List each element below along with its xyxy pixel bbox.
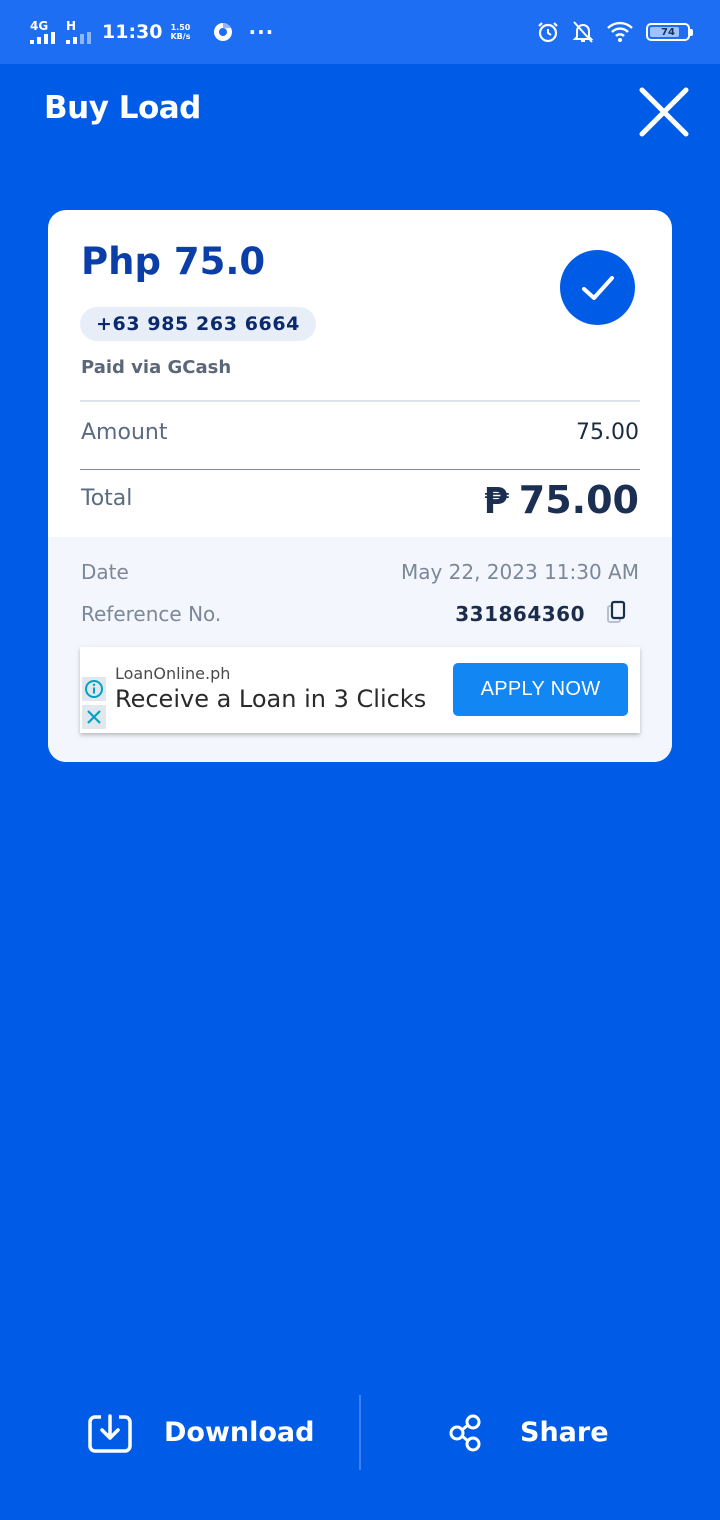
network-speed: 1.50 KB/s [170, 23, 190, 41]
currency-symbol: ₱ [483, 481, 509, 522]
clock: 11:30 [102, 21, 163, 43]
total-amount: ₱ 75.00 [484, 478, 639, 522]
total-label: Total [81, 486, 133, 511]
reference-number: 331864360 [455, 602, 585, 626]
share-button[interactable]: Share [448, 1395, 609, 1470]
wifi-icon [607, 21, 633, 42]
bottom-action-bar: Download Share [0, 1395, 720, 1470]
speed-value: 1.50 [170, 23, 191, 32]
download-button[interactable]: Download [87, 1395, 314, 1470]
battery-level: 74 [661, 26, 675, 38]
mute-bell-icon [572, 21, 594, 43]
reference-label: Reference No. [81, 602, 222, 626]
chrome-icon [214, 23, 233, 41]
divider [359, 1395, 361, 1470]
signal-bars-icon [30, 32, 55, 44]
phone-number-badge: +63 985 263 6664 [80, 307, 317, 341]
payment-method: Paid via GCash [81, 357, 232, 378]
divider [80, 400, 640, 402]
more-notifications-icon: ··· [248, 20, 275, 44]
ad-headline: Receive a Loan in 3 Clicks [115, 685, 427, 713]
download-icon [88, 1413, 132, 1453]
speed-unit: KB/s [170, 32, 191, 41]
checkmark-icon [581, 275, 614, 300]
close-button[interactable] [636, 86, 692, 138]
total-value: 75.00 [518, 478, 639, 522]
alarm-icon [538, 22, 558, 43]
copy-icon[interactable] [604, 600, 628, 626]
amount-value: 75.00 [576, 420, 639, 445]
date-value: May 22, 2023 11:30 AM [400, 560, 639, 584]
close-icon [639, 87, 689, 137]
network-type-label-2: H [66, 19, 77, 33]
download-label: Download [164, 1417, 315, 1448]
ad-banner[interactable]: LoanOnline.ph Receive a Loan in 3 Clicks… [80, 647, 640, 733]
ad-close-icon[interactable] [82, 705, 106, 729]
amount-heading: Php 75.0 [81, 240, 266, 283]
share-label: Share [520, 1417, 609, 1448]
battery-icon: 74 [646, 23, 693, 41]
status-bar: 4G H 11:30 1.50 KB/s ··· 74 [0, 0, 720, 64]
ad-info-icon[interactable] [82, 677, 106, 701]
transaction-details: Date May 22, 2023 11:30 AM Reference No.… [48, 537, 672, 762]
signal-indicator: 4G H [30, 20, 94, 44]
signal-bars-2-icon [66, 32, 91, 44]
page-title: Buy Load [44, 90, 201, 126]
receipt-card: Php 75.0 +63 985 263 6664 Paid via GCash… [48, 210, 672, 762]
success-check-icon [560, 250, 635, 325]
apply-now-button[interactable]: APPLY NOW [453, 663, 628, 716]
amount-label: Amount [81, 420, 168, 445]
ad-source: LoanOnline.ph [115, 664, 231, 683]
divider [80, 469, 640, 470]
network-type-label: 4G [30, 19, 49, 33]
date-label: Date [81, 560, 129, 584]
share-icon [449, 1414, 481, 1451]
